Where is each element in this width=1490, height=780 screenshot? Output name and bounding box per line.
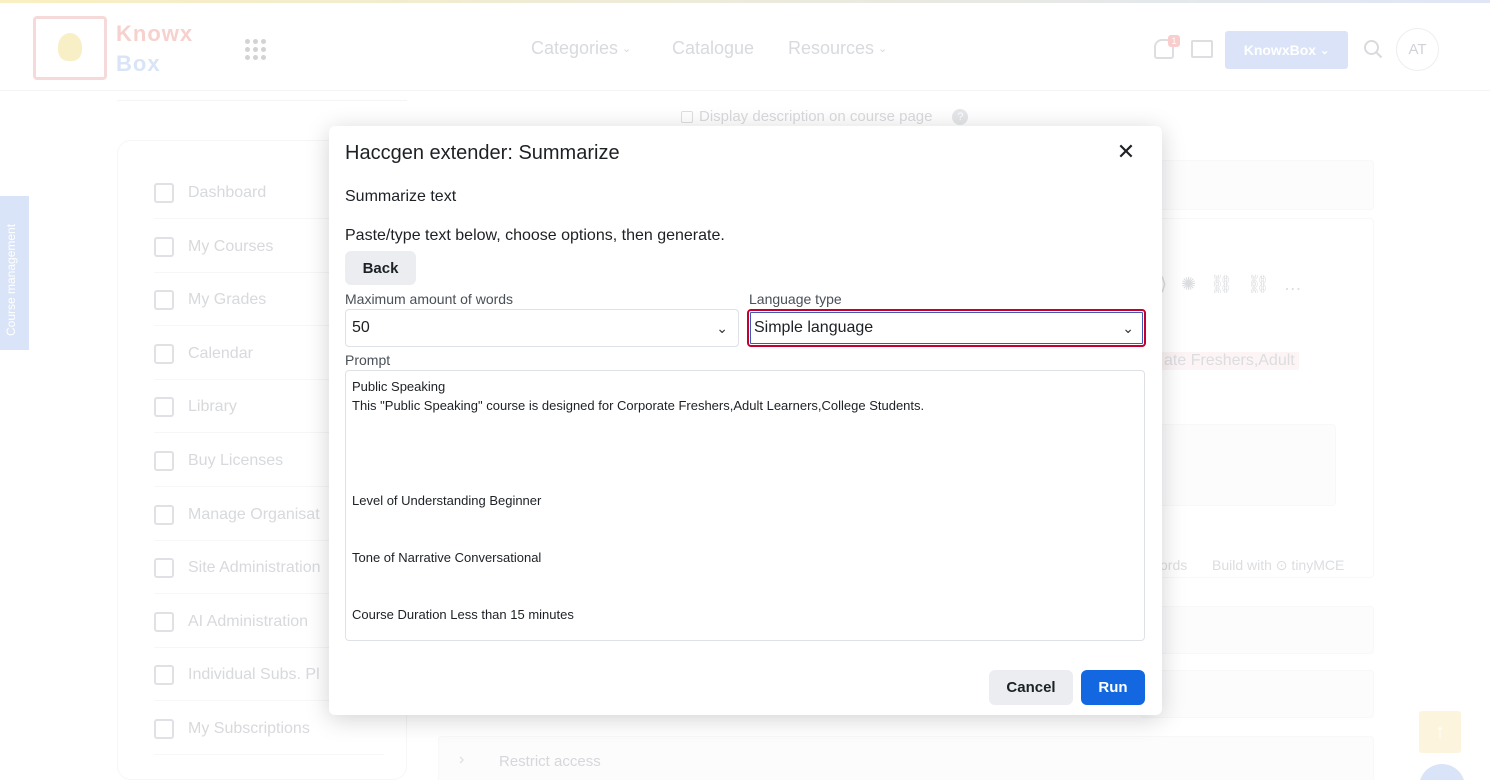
- max-words-label: Maximum amount of words: [345, 291, 514, 307]
- prompt-textarea[interactable]: Public Speaking This "Public Speaking" c…: [345, 370, 1145, 641]
- cancel-button[interactable]: Cancel: [989, 670, 1073, 705]
- modal-instructions: Paste/type text below, choose options, t…: [345, 227, 725, 244]
- summarize-modal: Haccgen extender: Summarize ✕ Summarize …: [329, 126, 1162, 715]
- chevron-down-icon: ⌄: [1122, 320, 1134, 336]
- language-type-label: Language type: [749, 291, 842, 307]
- modal-subheading: Summarize text: [345, 188, 457, 205]
- prompt-label: Prompt: [345, 352, 391, 368]
- back-button[interactable]: Back: [345, 251, 416, 285]
- run-button[interactable]: Run: [1081, 670, 1145, 705]
- max-words-select[interactable]: 50 ⌄: [345, 309, 739, 347]
- chevron-down-icon: ⌄: [716, 320, 728, 336]
- modal-title: Haccgen extender: Summarize: [345, 142, 620, 164]
- close-icon[interactable]: ✕: [1114, 140, 1138, 164]
- language-type-select[interactable]: Simple language ⌄: [747, 309, 1146, 347]
